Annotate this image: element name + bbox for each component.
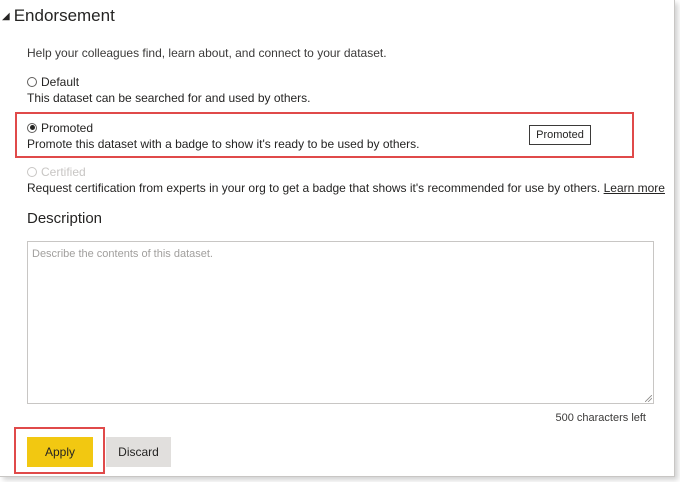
collapse-triangle-icon[interactable]: ◢ — [2, 11, 10, 22]
promoted-badge: Promoted — [529, 125, 591, 145]
option-default-label: Default — [41, 74, 80, 89]
option-certified: Certified Request certification from exp… — [27, 164, 665, 195]
option-promoted[interactable]: Promoted Promote this dataset with a bad… — [27, 120, 420, 151]
option-certified-description: Request certification from experts in yo… — [27, 181, 601, 195]
radio-certified — [27, 166, 37, 177]
discard-button[interactable]: Discard — [106, 437, 171, 467]
option-default-description: This dataset can be searched for and use… — [27, 91, 311, 105]
resize-grip-icon[interactable] — [645, 395, 652, 402]
characters-left-counter: 500 characters left — [555, 412, 647, 424]
option-promoted-label: Promoted — [41, 120, 94, 135]
section-title: Endorsement — [13, 6, 115, 25]
intro-text: Help your colleagues find, learn about, … — [27, 46, 387, 60]
option-default[interactable]: Default This dataset can be searched for… — [27, 74, 311, 105]
learn-more-link[interactable]: Learn more — [604, 181, 665, 195]
description-textarea[interactable] — [27, 241, 654, 404]
radio-default[interactable] — [27, 76, 37, 87]
apply-button[interactable]: Apply — [27, 437, 93, 467]
option-promoted-description: Promote this dataset with a badge to sho… — [27, 137, 420, 151]
radio-promoted[interactable] — [27, 122, 37, 133]
endorsement-panel: ◢ Endorsement Help your colleagues find,… — [0, 0, 675, 477]
option-certified-label: Certified — [41, 164, 86, 179]
description-title: Description — [27, 210, 103, 227]
section-header[interactable]: ◢ Endorsement — [2, 6, 115, 26]
option-certified-description-row: Request certification from experts in yo… — [27, 181, 665, 195]
